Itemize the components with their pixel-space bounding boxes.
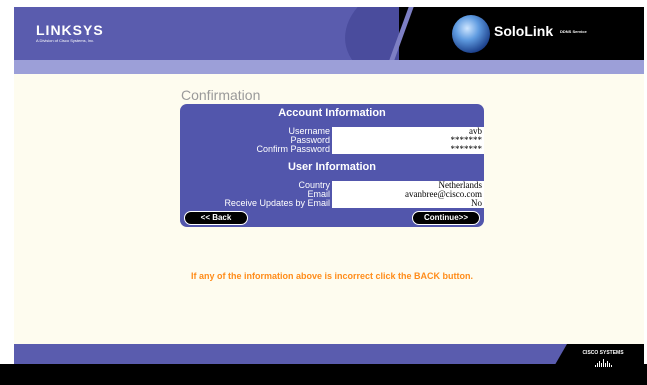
cisco-bars-icon (580, 357, 626, 367)
linksys-logo: LINKSYS (36, 22, 104, 38)
button-bar: << Back Continue>> (180, 208, 484, 227)
account-information-rows: Username avb Password ******* Confirm Pa… (180, 127, 484, 154)
account-row-confirm-password: Confirm Password ******* (180, 145, 484, 154)
incorrect-info-note: If any of the information above is incor… (190, 271, 474, 281)
header-subbar (14, 60, 644, 74)
product-name: SoloLink (494, 23, 554, 39)
cisco-systems-logo: CISCO SYSTEMS (580, 350, 626, 367)
back-button[interactable]: << Back (184, 211, 248, 225)
globe-icon (452, 15, 490, 53)
confirm-password-value: ******* (332, 145, 484, 154)
confirmation-panel: Account Information Username avb Passwor… (180, 104, 484, 227)
page-frame: LINKSYS A Division of Cisco Systems, Inc… (0, 0, 647, 385)
user-row-receive-updates: Receive Updates by Email No (180, 199, 484, 208)
account-row-username: Username avb (180, 127, 484, 136)
account-information-heading: Account Information (180, 104, 484, 123)
email-value: avanbree@cisco.com (332, 190, 484, 199)
linksys-logo-subtitle: A Division of Cisco Systems, Inc. (36, 38, 95, 43)
account-row-password: Password ******* (180, 136, 484, 145)
receive-updates-label: Receive Updates by Email (224, 198, 330, 208)
confirm-password-label: Confirm Password (256, 144, 330, 154)
main-content: Confirmation Account Information Usernam… (14, 74, 644, 344)
footer-bar (14, 344, 644, 364)
receive-updates-value: No (332, 199, 484, 208)
product-subtitle: DDNS Service (560, 29, 587, 34)
continue-button[interactable]: Continue>> (412, 211, 480, 225)
user-information-heading: User Information (180, 158, 484, 177)
cisco-systems-logo-text: CISCO SYSTEMS (582, 350, 624, 356)
user-information-rows: Country Netherlands Email avanbree@cisco… (180, 181, 484, 208)
page-title: Confirmation (181, 87, 261, 103)
header-banner: LINKSYS A Division of Cisco Systems, Inc… (14, 7, 644, 60)
